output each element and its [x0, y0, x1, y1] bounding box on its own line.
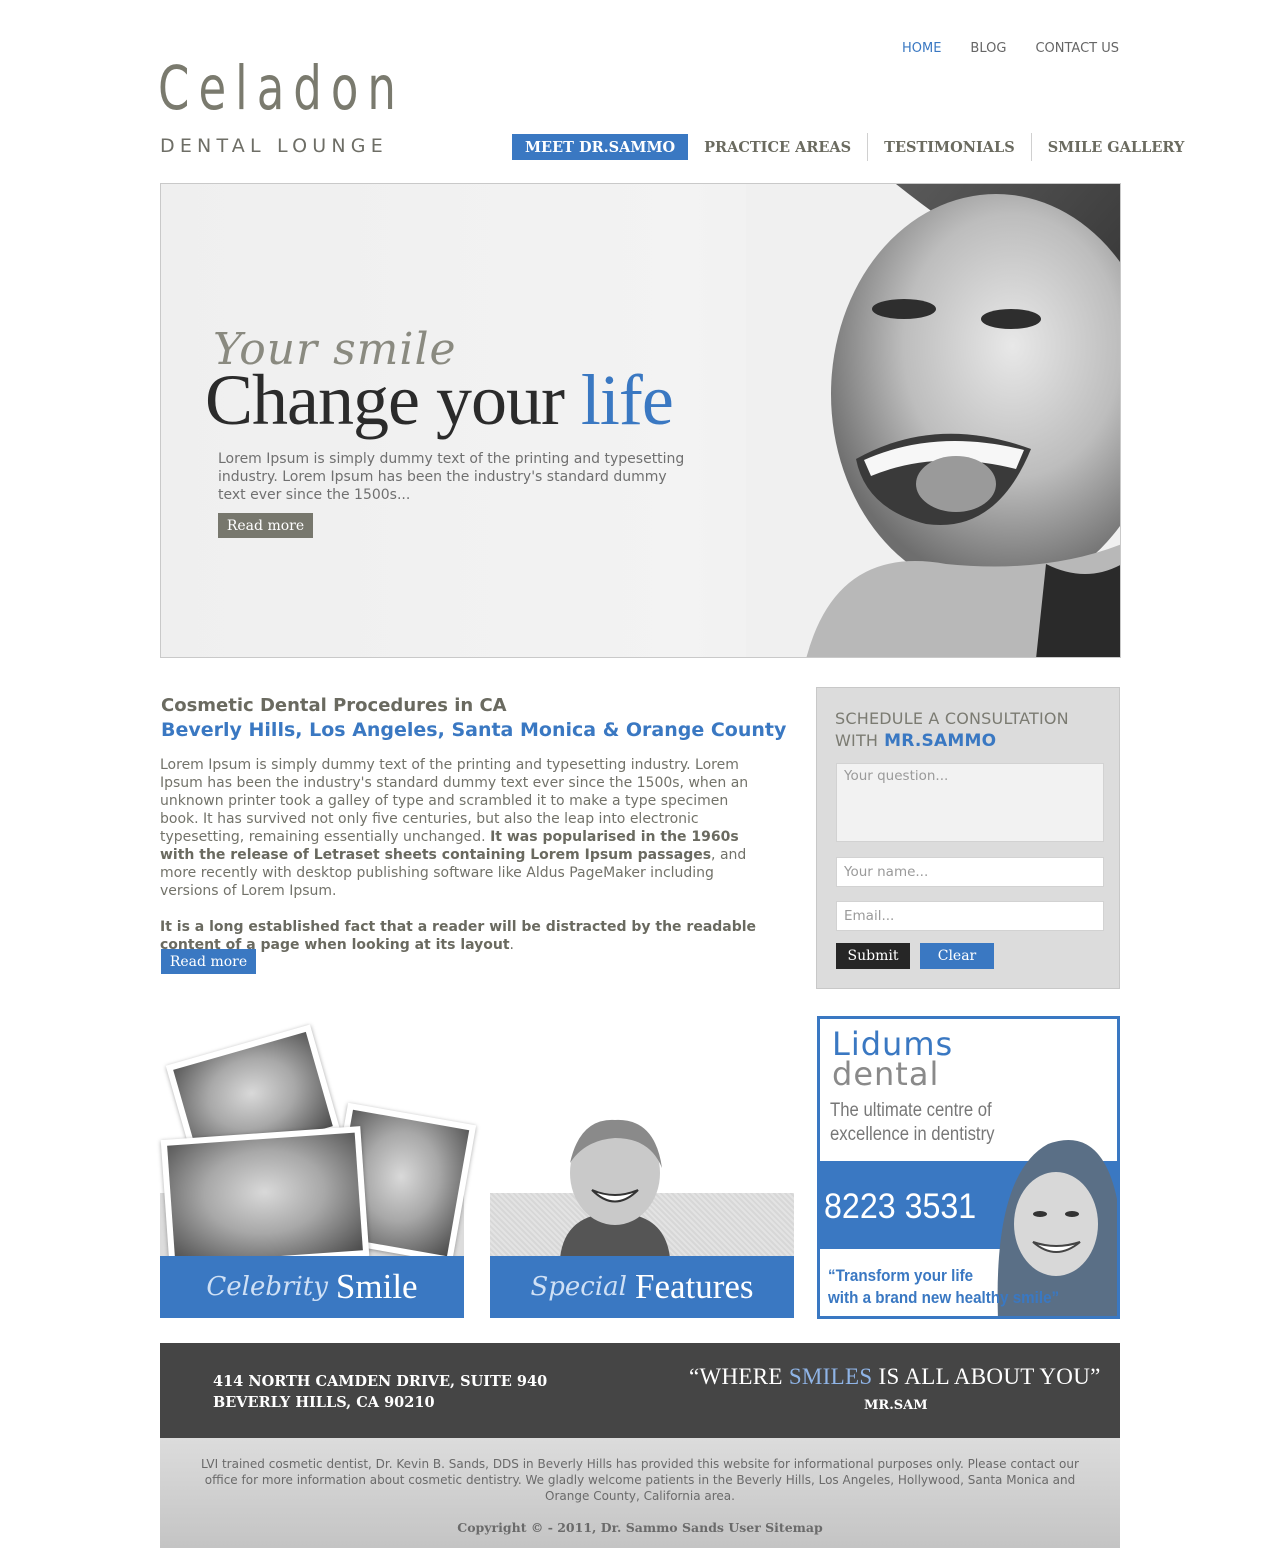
ad-tagline-1: The ultimate centre of: [830, 1100, 992, 1121]
footer-disclaimer: LVI trained cosmetic dentist, Dr. Kevin …: [201, 1457, 1079, 1503]
celebrity-smile-tile[interactable]: Celebrity Smile: [160, 1024, 477, 1318]
special-features-tile[interactable]: Special Features: [490, 1119, 794, 1318]
celebrity-script: Celebrity: [206, 1272, 328, 1302]
celebrity-word: Smile: [335, 1267, 418, 1306]
footer-copyright: Copyright © - 2011, Dr. Sammo Sands User…: [457, 1520, 823, 1535]
footer-disclaimer-area: LVI trained cosmetic dentist, Dr. Kevin …: [160, 1438, 1120, 1548]
top-link-home[interactable]: HOME: [902, 41, 941, 56]
email-input[interactable]: Email...: [836, 901, 1104, 931]
top-links: HOME BLOG CONTACT US: [902, 41, 1119, 56]
celebrity-smile-band: Celebrity Smile: [160, 1256, 464, 1318]
submit-button[interactable]: Submit: [836, 943, 910, 969]
ad-quote: “Transform your life with a brand new he…: [828, 1265, 1059, 1309]
hero-headline: Change your life: [205, 359, 674, 442]
main-nav: MEET DR.SAMMO PRACTICE AREAS TESTIMONIAL…: [512, 133, 1200, 161]
question-textarea[interactable]: Your question...: [836, 763, 1104, 842]
footer-address-line2: BEVERLY HILLS, CA 90210: [213, 1394, 435, 1411]
content-title: Cosmetic Dental Procedures in CA: [161, 695, 507, 716]
nav-item-smile-gallery[interactable]: SMILE GALLERY: [1030, 133, 1201, 161]
footer-quote-a: “WHERE: [689, 1364, 783, 1389]
content-paragraph-1: Lorem Ipsum is simply dummy text of the …: [160, 756, 760, 900]
content-body: Lorem Ipsum is simply dummy text of the …: [160, 756, 760, 972]
footer-address: 414 NORTH CAMDEN DRIVE, SUITE 940 BEVERL…: [213, 1371, 547, 1413]
footer-quote-author: MR.SAM: [864, 1398, 928, 1413]
hero-woman-photo: [746, 184, 1120, 657]
ad-brand-line2: dental: [832, 1055, 940, 1093]
schedule-consultation-form: SCHEDULE A CONSULTATION WITH MR.SAMMO You…: [816, 687, 1120, 989]
celebrity-photo-3: [160, 1126, 370, 1270]
schedule-heading: SCHEDULE A CONSULTATION WITH MR.SAMMO: [835, 708, 1069, 752]
hero-headline-b: life: [580, 360, 674, 440]
special-features-photo: [560, 1119, 670, 1258]
logo-title[interactable]: Celadon: [158, 58, 405, 119]
schedule-heading-name: MR.SAMMO: [884, 731, 997, 751]
hero-text: Lorem Ipsum is simply dummy text of the …: [218, 451, 685, 503]
nav-item-practice-areas[interactable]: PRACTICE AREAS: [688, 133, 867, 161]
content-p2-bold: It is a long established fact that a rea…: [160, 919, 757, 953]
hero-read-more-button[interactable]: Read more: [218, 513, 313, 538]
lidums-dental-ad[interactable]: Lidums dental The ultimate centre of exc…: [817, 1016, 1120, 1319]
footer-contact-bar: 414 NORTH CAMDEN DRIVE, SUITE 940 BEVERL…: [160, 1343, 1120, 1438]
logo-subtitle: DENTAL LOUNGE: [160, 135, 388, 157]
hero-banner: Your smile Change your life Lorem Ipsum …: [160, 183, 1121, 658]
content-p2-tail: .: [509, 937, 514, 953]
content-read-more-button[interactable]: Read more: [161, 949, 256, 974]
special-features-band: Special Features: [490, 1256, 794, 1318]
top-link-blog[interactable]: BLOG: [970, 41, 1006, 56]
schedule-heading-line1: SCHEDULE A CONSULTATION: [835, 709, 1069, 728]
ad-quote-2: with a brand new healthy smile”: [828, 1289, 1060, 1307]
footer-quote-c: IS ALL ABOUT YOU”: [878, 1364, 1101, 1389]
ad-tagline-2: excellence in dentistry: [830, 1124, 995, 1145]
top-link-contact[interactable]: CONTACT US: [1035, 41, 1119, 56]
ad-phone: 8223 3531: [824, 1187, 977, 1226]
ad-tagline: The ultimate centre of excellence in den…: [830, 1099, 995, 1147]
footer-quote: “WHERE SMILES IS ALL ABOUT YOU”: [689, 1364, 1101, 1390]
special-script: Special: [530, 1272, 627, 1302]
nav-item-meet-dr-sammo[interactable]: MEET DR.SAMMO: [512, 134, 689, 160]
nav-item-testimonials[interactable]: TESTIMONIALS: [867, 133, 1031, 161]
schedule-heading-with: WITH: [835, 731, 879, 750]
clear-button[interactable]: Clear: [920, 943, 994, 969]
hero-headline-a: Change your: [205, 360, 565, 440]
footer-quote-b: SMILES: [788, 1364, 873, 1389]
footer-address-line1: 414 NORTH CAMDEN DRIVE, SUITE 940: [213, 1373, 548, 1390]
content-subtitle: Beverly Hills, Los Angeles, Santa Monica…: [161, 719, 787, 741]
name-input[interactable]: Your name...: [836, 857, 1104, 887]
ad-quote-1: “Transform your life: [828, 1267, 974, 1285]
special-word: Features: [634, 1267, 754, 1306]
